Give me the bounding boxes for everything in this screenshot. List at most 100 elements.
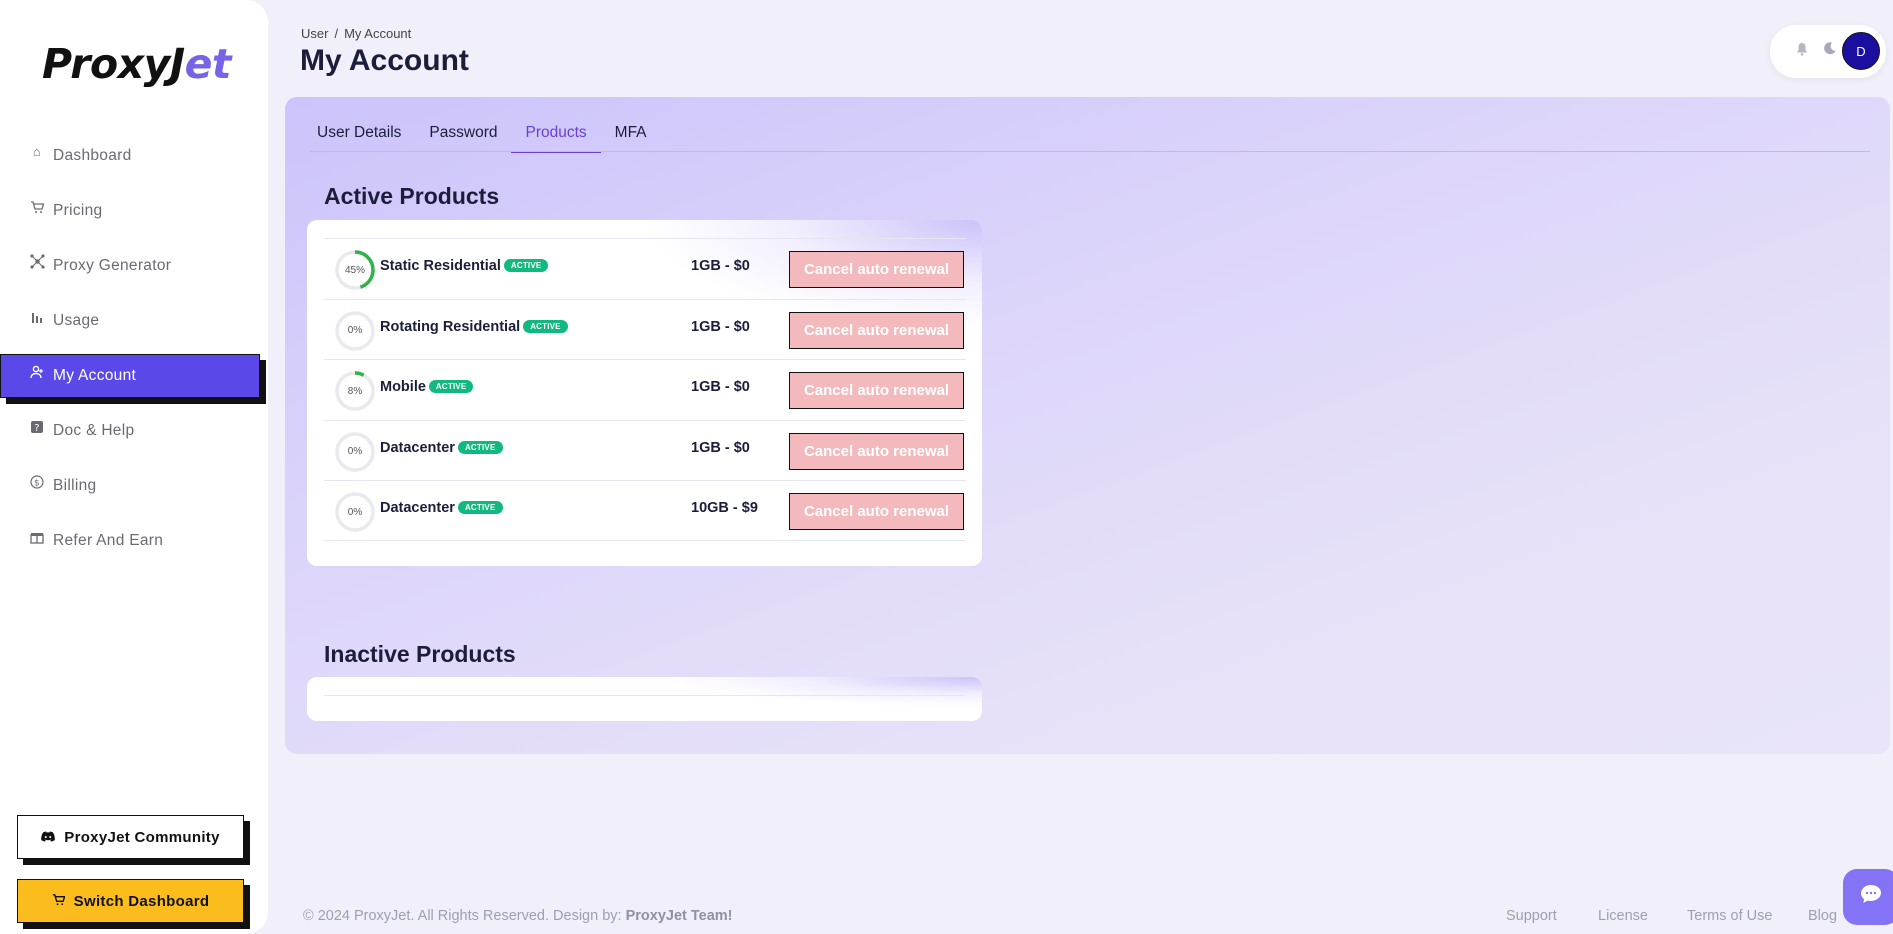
- svg-text:$: $: [34, 478, 40, 488]
- product-plan: 1GB - $0: [691, 379, 750, 395]
- product-name: Mobile ACTIVE: [380, 379, 474, 395]
- usage-percent: 8%: [347, 385, 363, 397]
- cart-icon: [52, 893, 66, 909]
- product-plan: 1GB - $0: [691, 439, 750, 456]
- user-icon: [29, 364, 45, 380]
- sidebar-item-usage[interactable]: Usage: [0, 293, 268, 348]
- tab-password[interactable]: Password: [415, 122, 511, 152]
- product-name-text: Datacenter: [380, 500, 455, 516]
- switch-dashboard-label: Switch Dashboard: [73, 892, 210, 910]
- sidebar-item-doc-help[interactable]: ? Doc & Help: [0, 403, 268, 458]
- gift-icon: [29, 529, 45, 545]
- sidebar: ProxyJet ⌂ Dashboard Pricing Proxy Gener…: [0, 0, 268, 934]
- active-products-list: 45% Static Residential ACTIVE 1GB - $0 Cance…: [324, 238, 966, 541]
- usage-progress-ring: 8%: [334, 370, 376, 412]
- sidebar-item-label: Billing: [53, 476, 97, 494]
- switch-dashboard-button[interactable]: Switch Dashboard: [17, 879, 244, 923]
- product-name: Static Residential ACTIVE: [380, 258, 549, 274]
- product-row: 0% Datacenter ACTIVE 10GB - $9 Cancel auto r…: [324, 480, 966, 541]
- product-row: 45% Static Residential ACTIVE 1GB - $0 Cance…: [324, 238, 966, 299]
- sidebar-nav: ⌂ Dashboard Pricing Proxy Generator Usag…: [0, 128, 268, 568]
- status-badge: ACTIVE: [457, 501, 503, 514]
- footer-link-support[interactable]: Support: [1506, 908, 1557, 924]
- sidebar-item-pricing[interactable]: Pricing: [0, 183, 268, 238]
- inactive-products-title: Inactive Products: [324, 641, 516, 667]
- community-button[interactable]: ProxyJet Community: [17, 815, 244, 859]
- usage-progress-ring: 0%: [334, 491, 376, 533]
- avatar[interactable]: D: [1842, 32, 1880, 70]
- status-badge: ACTIVE: [523, 319, 568, 333]
- product-name-text: Mobile: [380, 379, 426, 395]
- active-products-title: Active Products: [324, 183, 500, 209]
- page-title: My Account: [300, 44, 469, 77]
- sidebar-item-label: Proxy Generator: [53, 256, 172, 274]
- footer-copyright: © 2024 ProxyJet. All Rights Reserved. De…: [303, 908, 733, 924]
- proxyjet-logo[interactable]: ProxyJet: [42, 40, 232, 88]
- tab-mfa[interactable]: MFA: [601, 122, 661, 152]
- sidebar-item-label: Usage: [53, 311, 100, 329]
- dollar-icon: $: [29, 474, 45, 490]
- status-badge: ACTIVE: [457, 440, 503, 454]
- sidebar-item-label: My Account: [53, 366, 137, 384]
- inactive-products-card: [307, 677, 982, 721]
- sidebar-item-dashboard[interactable]: ⌂ Dashboard: [0, 128, 268, 183]
- design-team-link[interactable]: ProxyJet Team!: [626, 908, 733, 924]
- sidebar-item-label: Doc & Help: [53, 421, 135, 439]
- cancel-auto-renewal-button[interactable]: Cancel auto renewal: [789, 251, 964, 288]
- usage-percent: 45%: [344, 264, 365, 276]
- product-name: Datacenter ACTIVE: [380, 500, 503, 516]
- divider: [324, 695, 965, 696]
- moon-icon[interactable]: [1822, 40, 1837, 61]
- sidebar-item-label: Refer And Earn: [53, 531, 164, 549]
- footer-link-license[interactable]: License: [1598, 908, 1648, 924]
- chat-icon: [1860, 884, 1882, 910]
- breadcrumb-current: My Account: [344, 26, 412, 41]
- footer-link-blog[interactable]: Blog: [1808, 908, 1837, 924]
- usage-progress-ring: 45%: [334, 249, 376, 291]
- cancel-auto-renewal-button[interactable]: Cancel auto renewal: [789, 493, 964, 530]
- cart-icon: [29, 199, 45, 215]
- active-products-card: 45% Static Residential ACTIVE 1GB - $0 Cance…: [307, 220, 982, 566]
- cancel-auto-renewal-button[interactable]: Cancel auto renewal: [789, 372, 964, 409]
- usage-percent: 0%: [347, 506, 363, 518]
- usage-progress-ring: 0%: [334, 431, 376, 473]
- bar-chart-icon: [29, 309, 45, 325]
- svg-text:?: ?: [34, 423, 40, 434]
- breadcrumb-user[interactable]: User: [301, 26, 328, 41]
- cancel-auto-renewal-button[interactable]: Cancel auto renewal: [789, 311, 964, 349]
- product-plan: 10GB - $9: [691, 500, 758, 516]
- help-icon: ?: [29, 419, 45, 435]
- status-badge: ACTIVE: [428, 380, 474, 393]
- cancel-auto-renewal-button[interactable]: Cancel auto renewal: [789, 432, 964, 470]
- product-name-text: Datacenter: [380, 439, 455, 456]
- sidebar-item-refer-earn[interactable]: Refer And Earn: [0, 513, 268, 568]
- product-row: 8% Mobile ACTIVE 1GB - $0 Cancel auto renewa…: [324, 359, 966, 420]
- sidebar-item-label: Pricing: [53, 201, 103, 219]
- breadcrumb-separator: /: [334, 26, 339, 41]
- usage-progress-ring: 0%: [334, 310, 376, 352]
- tab-products[interactable]: Products: [511, 122, 601, 153]
- footer-link-terms[interactable]: Terms of Use: [1687, 908, 1772, 924]
- product-row: 0% Datacenter ACTIVE 1GB - $0 Cancel auto re…: [324, 419, 966, 481]
- status-badge: ACTIVE: [503, 259, 549, 272]
- breadcrumb: User / My Account: [301, 26, 411, 41]
- copyright-text: © 2024 ProxyJet. All Rights Reserved. De…: [303, 908, 626, 924]
- product-plan: 1GB - $0: [691, 258, 750, 274]
- account-tabs: User Details Password Products MFA: [310, 122, 661, 153]
- sidebar-item-billing[interactable]: $ Billing: [0, 458, 268, 513]
- community-button-label: ProxyJet Community: [64, 828, 220, 846]
- network-icon: [29, 254, 45, 270]
- bell-icon[interactable]: [1796, 42, 1808, 60]
- product-name-text: Static Residential: [380, 258, 501, 274]
- chat-button[interactable]: [1843, 869, 1893, 925]
- sidebar-item-proxy-generator[interactable]: Proxy Generator: [0, 238, 268, 293]
- product-name: Datacenter ACTIVE: [380, 440, 503, 456]
- top-toolbar: D: [1770, 25, 1886, 78]
- tab-user-details[interactable]: User Details: [310, 122, 415, 152]
- product-name-text: Rotating Residential: [380, 318, 521, 335]
- product-row: 0% Rotating Residential ACTIVE 1GB - $0 Canc…: [324, 298, 966, 360]
- product-name: Rotating Residential ACTIVE: [380, 319, 568, 335]
- home-icon: ⌂: [32, 144, 42, 159]
- sidebar-item-my-account[interactable]: My Account: [0, 348, 268, 403]
- usage-percent: 0%: [347, 325, 363, 336]
